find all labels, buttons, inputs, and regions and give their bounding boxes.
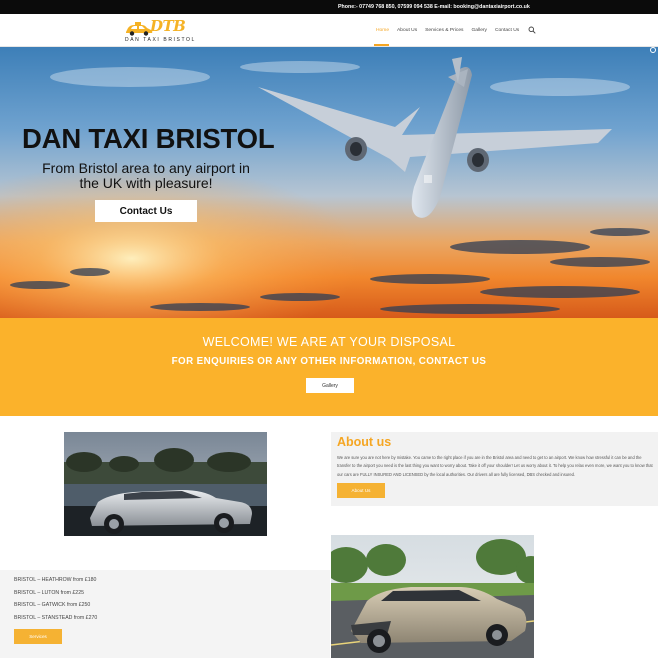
logo-mark: DTB — [150, 17, 186, 35]
nav-about-us[interactable]: About Us — [393, 28, 421, 33]
nav-contact-us[interactable]: Contact Us — [491, 28, 523, 33]
site-logo[interactable]: DTB DAN TAXI BRISTOL — [120, 17, 194, 45]
services-button[interactable]: Services — [14, 629, 62, 644]
price-item-luton: BRISTOL – LUTON from £225 — [14, 589, 84, 596]
price-item-heathrow: BRISTOL – HEATHROW from £180 — [14, 577, 97, 583]
welcome-subtitle: FOR ENQUIRIES OR ANY OTHER INFORMATION, … — [171, 356, 487, 367]
nav-services-prices[interactable]: Services & Prices — [421, 28, 467, 33]
about-section: About us We are sure you are not here by… — [331, 432, 658, 506]
welcome-title: WELCOME! WE ARE AT YOUR DISPOSAL — [202, 335, 456, 349]
hero-banner: DAN TAXI BRISTOL From Bristol area to an… — [0, 47, 658, 318]
hero-subtitle: From Bristol area to any airport in the … — [42, 160, 250, 191]
slider-dot[interactable] — [650, 47, 656, 53]
nav-active-indicator — [374, 44, 389, 46]
main-nav: Home About Us Services & Prices Gallery … — [372, 28, 523, 33]
prices-section: BRISTOL – HEATHROW from £180 BRISTOL – L… — [0, 570, 330, 658]
price-list: BRISTOL – HEATHROW from £180 BRISTOL – L… — [14, 577, 97, 627]
about-title: About us — [337, 435, 392, 449]
top-contact-bar: Phone:- 07749 768 850, 07599 094 538 E-m… — [0, 0, 658, 14]
nav-gallery[interactable]: Gallery — [468, 28, 492, 33]
nav-home[interactable]: Home — [372, 28, 393, 33]
logo-text: DAN TAXI BRISTOL — [125, 37, 196, 43]
price-item-gatwick: BRISTOL – GATWICK from £250 — [14, 602, 91, 609]
car-photo-lake — [64, 432, 267, 536]
price-item-stanstead: BRISTOL – STANSTEAD from £270 — [14, 614, 98, 621]
contact-info: Phone:- 07749 768 850, 07599 094 538 E-m… — [338, 4, 530, 10]
about-us-button[interactable]: About Us — [337, 483, 385, 498]
car-photo-road — [331, 535, 534, 658]
site-header: DTB DAN TAXI BRISTOL Home About Us Servi… — [0, 14, 658, 47]
hero-title: DAN TAXI BRISTOL — [22, 123, 275, 154]
gallery-button[interactable]: Gallery — [306, 378, 354, 393]
search-icon[interactable] — [528, 26, 536, 34]
about-text: We are sure you are not here by mistake.… — [337, 455, 653, 477]
page: Phone:- 07749 768 850, 07599 094 538 E-m… — [0, 0, 658, 658]
contact-us-button[interactable]: Contact Us — [95, 200, 197, 222]
welcome-section: WELCOME! WE ARE AT YOUR DISPOSAL FOR ENQ… — [0, 318, 658, 416]
